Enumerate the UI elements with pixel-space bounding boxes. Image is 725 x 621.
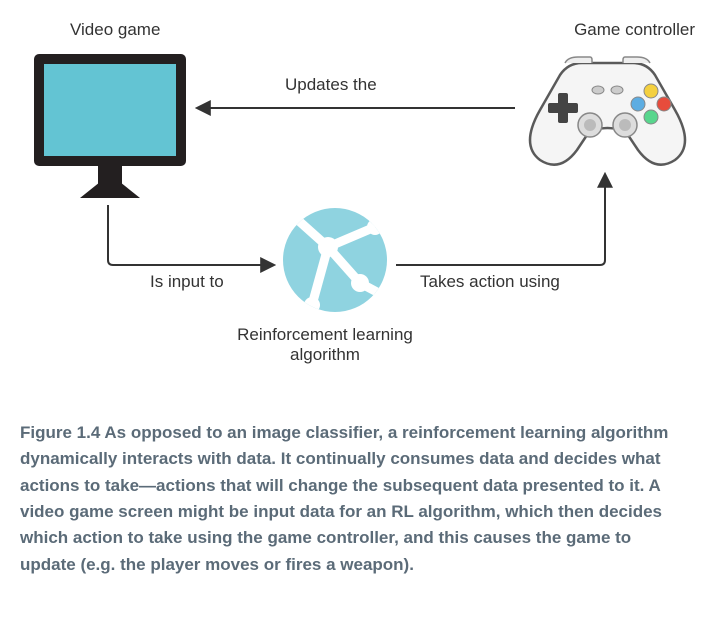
- caption-prefix: Figure 1.4: [20, 423, 100, 442]
- rl-diagram: Video game Game controller Updates the I…: [20, 20, 705, 380]
- is-input-to-label: Is input to: [150, 272, 224, 292]
- controller-icon: [520, 55, 695, 170]
- takes-action-using-label: Takes action using: [420, 272, 560, 292]
- video-game-label: Video game: [70, 20, 160, 40]
- rl-algorithm-label: Reinforcement learning algorithm: [220, 325, 430, 365]
- rl-algorithm-line2: algorithm: [290, 345, 360, 364]
- figure-caption: Figure 1.4 As opposed to an image classi…: [20, 420, 680, 578]
- monitor-icon: [30, 50, 190, 205]
- network-icon: [280, 205, 390, 315]
- rl-algorithm-line1: Reinforcement learning: [237, 325, 413, 344]
- caption-text: As opposed to an image classifier, a rei…: [20, 423, 668, 574]
- updates-the-label: Updates the: [285, 75, 377, 95]
- game-controller-label: Game controller: [574, 20, 695, 40]
